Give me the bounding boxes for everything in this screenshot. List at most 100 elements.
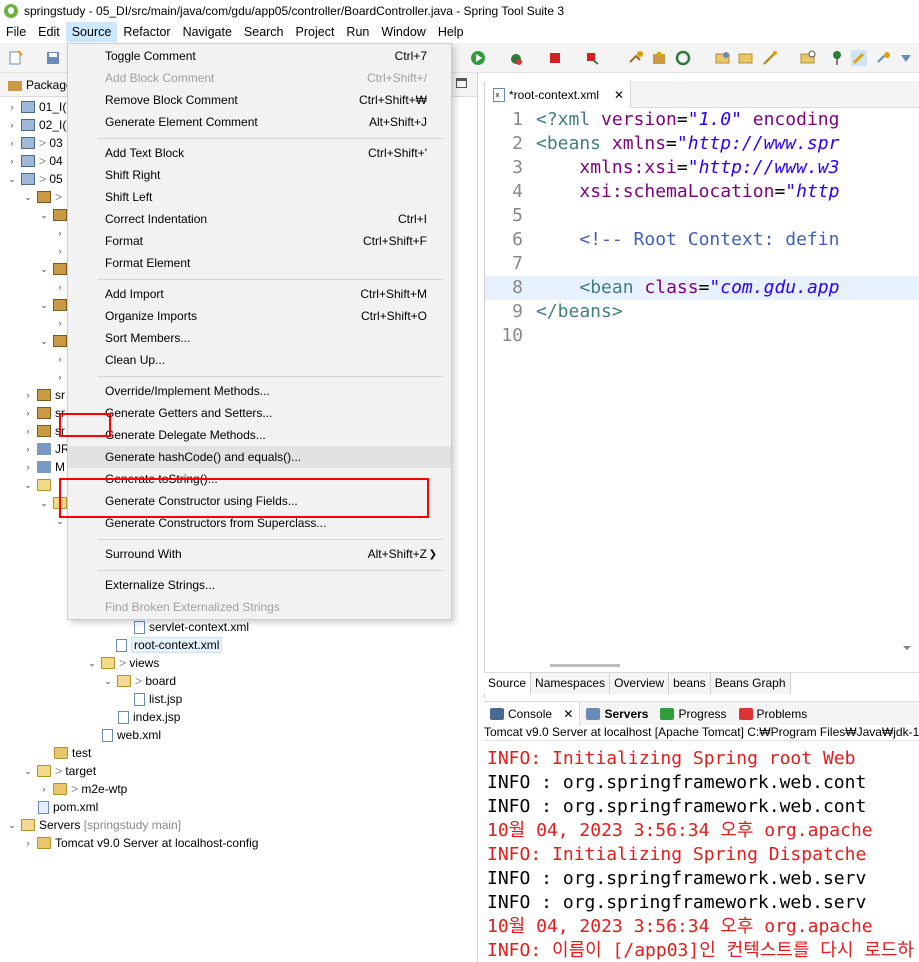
code-line[interactable]: 5 (485, 204, 919, 228)
tree-row-src[interactable]: ⌄ (22, 476, 55, 494)
collapse-icon[interactable]: ⌄ (6, 173, 18, 185)
code-line[interactable]: 8 <bean class="com.gdu.app (485, 276, 919, 300)
expand-icon[interactable]: › (22, 837, 34, 849)
vertical-scrollbar[interactable] (901, 111, 913, 651)
menu-help[interactable]: Help (432, 22, 470, 42)
tree-row-list-jsp[interactable]: list.jsp (134, 690, 182, 708)
tree-row-target[interactable]: ⌄ > target (22, 762, 96, 780)
tab-servers[interactable]: Servers (580, 702, 654, 726)
menu-item-add-text-block[interactable]: Add Text Block Ctrl+Shift+' (68, 142, 451, 164)
menu-edit[interactable]: Edit (32, 22, 66, 42)
menu-item-add-import[interactable]: Add Import Ctrl+Shift+M (68, 283, 451, 305)
menu-item-shift-right[interactable]: Shift Right (68, 164, 451, 186)
code-line[interactable]: 2 <beans xmlns="http://www.spr (485, 132, 919, 156)
menu-navigate[interactable]: Navigate (177, 22, 238, 42)
tree-row-tomcat[interactable]: › Tomcat v9.0 Server at localhost-config (22, 834, 259, 852)
collapse-icon[interactable]: ⌄ (22, 765, 34, 777)
tree-row-m2e-wtp[interactable]: › > m2e-wtp (38, 780, 128, 798)
pin-icon[interactable] (829, 50, 845, 66)
code-line[interactable]: 10 (485, 324, 919, 348)
tab-problems[interactable]: Problems (733, 702, 814, 726)
tree-row-jre[interactable]: › JR (22, 440, 70, 458)
collapse-icon[interactable]: ⌄ (102, 675, 114, 687)
collapse-icon[interactable]: ⌄ (6, 819, 18, 831)
expand-icon[interactable]: › (6, 155, 18, 167)
expand-icon[interactable]: › (22, 389, 34, 401)
menu-item-organize-imports[interactable]: Organize Imports Ctrl+Shift+O (68, 305, 451, 327)
tab-progress[interactable]: Progress (654, 702, 732, 726)
horizontal-scrollbar[interactable] (550, 664, 620, 667)
tree-row-test[interactable]: test (54, 744, 91, 762)
tree-row-servers[interactable]: ⌄ Servers [springstudy main] (6, 816, 181, 834)
menu-item-externalize-strings[interactable]: Externalize Strings... (68, 574, 451, 596)
menu-item-generate-element-comment[interactable]: Generate Element Comment Alt+Shift+J (68, 111, 451, 133)
package-icon[interactable] (651, 50, 667, 66)
tree-row-board[interactable]: ⌄ > board (102, 672, 176, 690)
menu-source[interactable]: Source (65, 22, 118, 42)
menu-run[interactable]: Run (340, 22, 375, 42)
menu-window[interactable]: Window (375, 22, 431, 42)
next-annotation-icon[interactable] (898, 50, 914, 66)
expand-icon[interactable]: › (6, 137, 18, 149)
menu-item-generate-getters-setters[interactable]: Generate Getters and Setters... (68, 402, 451, 424)
close-tab-icon[interactable]: ✕ (563, 707, 573, 721)
menu-item-generate-delegate[interactable]: Generate Delegate Methods... (68, 424, 451, 446)
maximize-icon[interactable] (456, 78, 467, 88)
expand-icon[interactable]: › (54, 317, 66, 329)
expand-icon[interactable]: › (6, 119, 18, 131)
expand-icon[interactable]: › (22, 425, 34, 437)
code-line[interactable]: 7 (485, 252, 919, 276)
expand-icon[interactable]: › (22, 461, 34, 473)
menu-item-sort-members[interactable]: Sort Members... (68, 327, 451, 349)
collapse-icon[interactable]: ⌄ (38, 263, 50, 275)
menu-item-shift-left[interactable]: Shift Left (68, 186, 451, 208)
folder-icon[interactable] (738, 50, 754, 66)
subtab-namespaces[interactable]: Namespaces (531, 673, 611, 694)
run-icon[interactable] (470, 50, 486, 66)
code-line[interactable]: 9 </beans> (485, 300, 919, 324)
tab-console[interactable]: Console ✕ (484, 701, 581, 726)
wand-icon[interactable] (762, 50, 778, 66)
collapse-icon[interactable]: ⌄ (38, 497, 50, 509)
code-line[interactable]: 3 xmlns:xsi="http://www.w3 (485, 156, 919, 180)
expand-icon[interactable]: › (22, 443, 34, 455)
subtab-overview[interactable]: Overview (610, 673, 670, 694)
menu-file[interactable]: File (0, 22, 32, 42)
collapse-icon[interactable]: ⌄ (86, 657, 98, 669)
expand-icon[interactable]: › (54, 245, 66, 257)
menu-refactor[interactable]: Refactor (117, 22, 176, 42)
refresh-icon[interactable] (675, 50, 691, 66)
collapse-icon[interactable]: ⌄ (38, 209, 50, 221)
expand-icon[interactable]: › (6, 101, 18, 113)
expand-icon[interactable]: › (54, 371, 66, 383)
tree-row-03[interactable]: › > 03 (6, 134, 63, 152)
menu-item-format[interactable]: Format Ctrl+Shift+F (68, 230, 451, 252)
collapse-icon[interactable]: ⌄ (22, 191, 34, 203)
close-tab-icon[interactable]: ✕ (614, 88, 624, 102)
annotation-icon[interactable] (875, 50, 891, 66)
tree-row-root-context[interactable]: root-context.xml (116, 636, 223, 654)
open-folder-icon[interactable] (715, 50, 731, 66)
menu-item-correct-indentation[interactable]: Correct Indentation Ctrl+I (68, 208, 451, 230)
highlight-icon[interactable] (851, 50, 867, 66)
external-tools-icon[interactable] (628, 50, 644, 66)
stop-icon[interactable] (547, 50, 563, 66)
collapse-icon[interactable]: ⌄ (22, 479, 34, 491)
disconnect-icon[interactable] (584, 50, 600, 66)
menu-item-toggle-comment[interactable]: Toggle Comment Ctrl+7 (68, 45, 451, 67)
debug-icon[interactable] (508, 50, 524, 66)
expand-icon[interactable]: › (54, 353, 66, 365)
tree-row-04[interactable]: › > 04 (6, 152, 63, 170)
collapse-icon[interactable]: ⌄ (38, 335, 50, 347)
tree-row-servlet-context[interactable]: servlet-context.xml (134, 618, 249, 636)
subtab-beans[interactable]: beans (669, 673, 711, 694)
tree-row-src-main[interactable]: ⌄ > (22, 188, 62, 206)
open-type-icon[interactable] (800, 50, 816, 66)
new-file-icon[interactable] (8, 50, 24, 66)
tree-row-02[interactable]: › 02_I( (6, 116, 67, 134)
menu-item-remove-block-comment[interactable]: Remove Block Comment Ctrl+Shift+₩ (68, 89, 451, 111)
tree-row-01[interactable]: › 01_I( (6, 98, 67, 116)
menu-project[interactable]: Project (290, 22, 341, 42)
tree-row-src-resources[interactable]: › sr (22, 386, 66, 404)
code-line[interactable]: 1 <?xml version="1.0" encoding (485, 108, 919, 132)
